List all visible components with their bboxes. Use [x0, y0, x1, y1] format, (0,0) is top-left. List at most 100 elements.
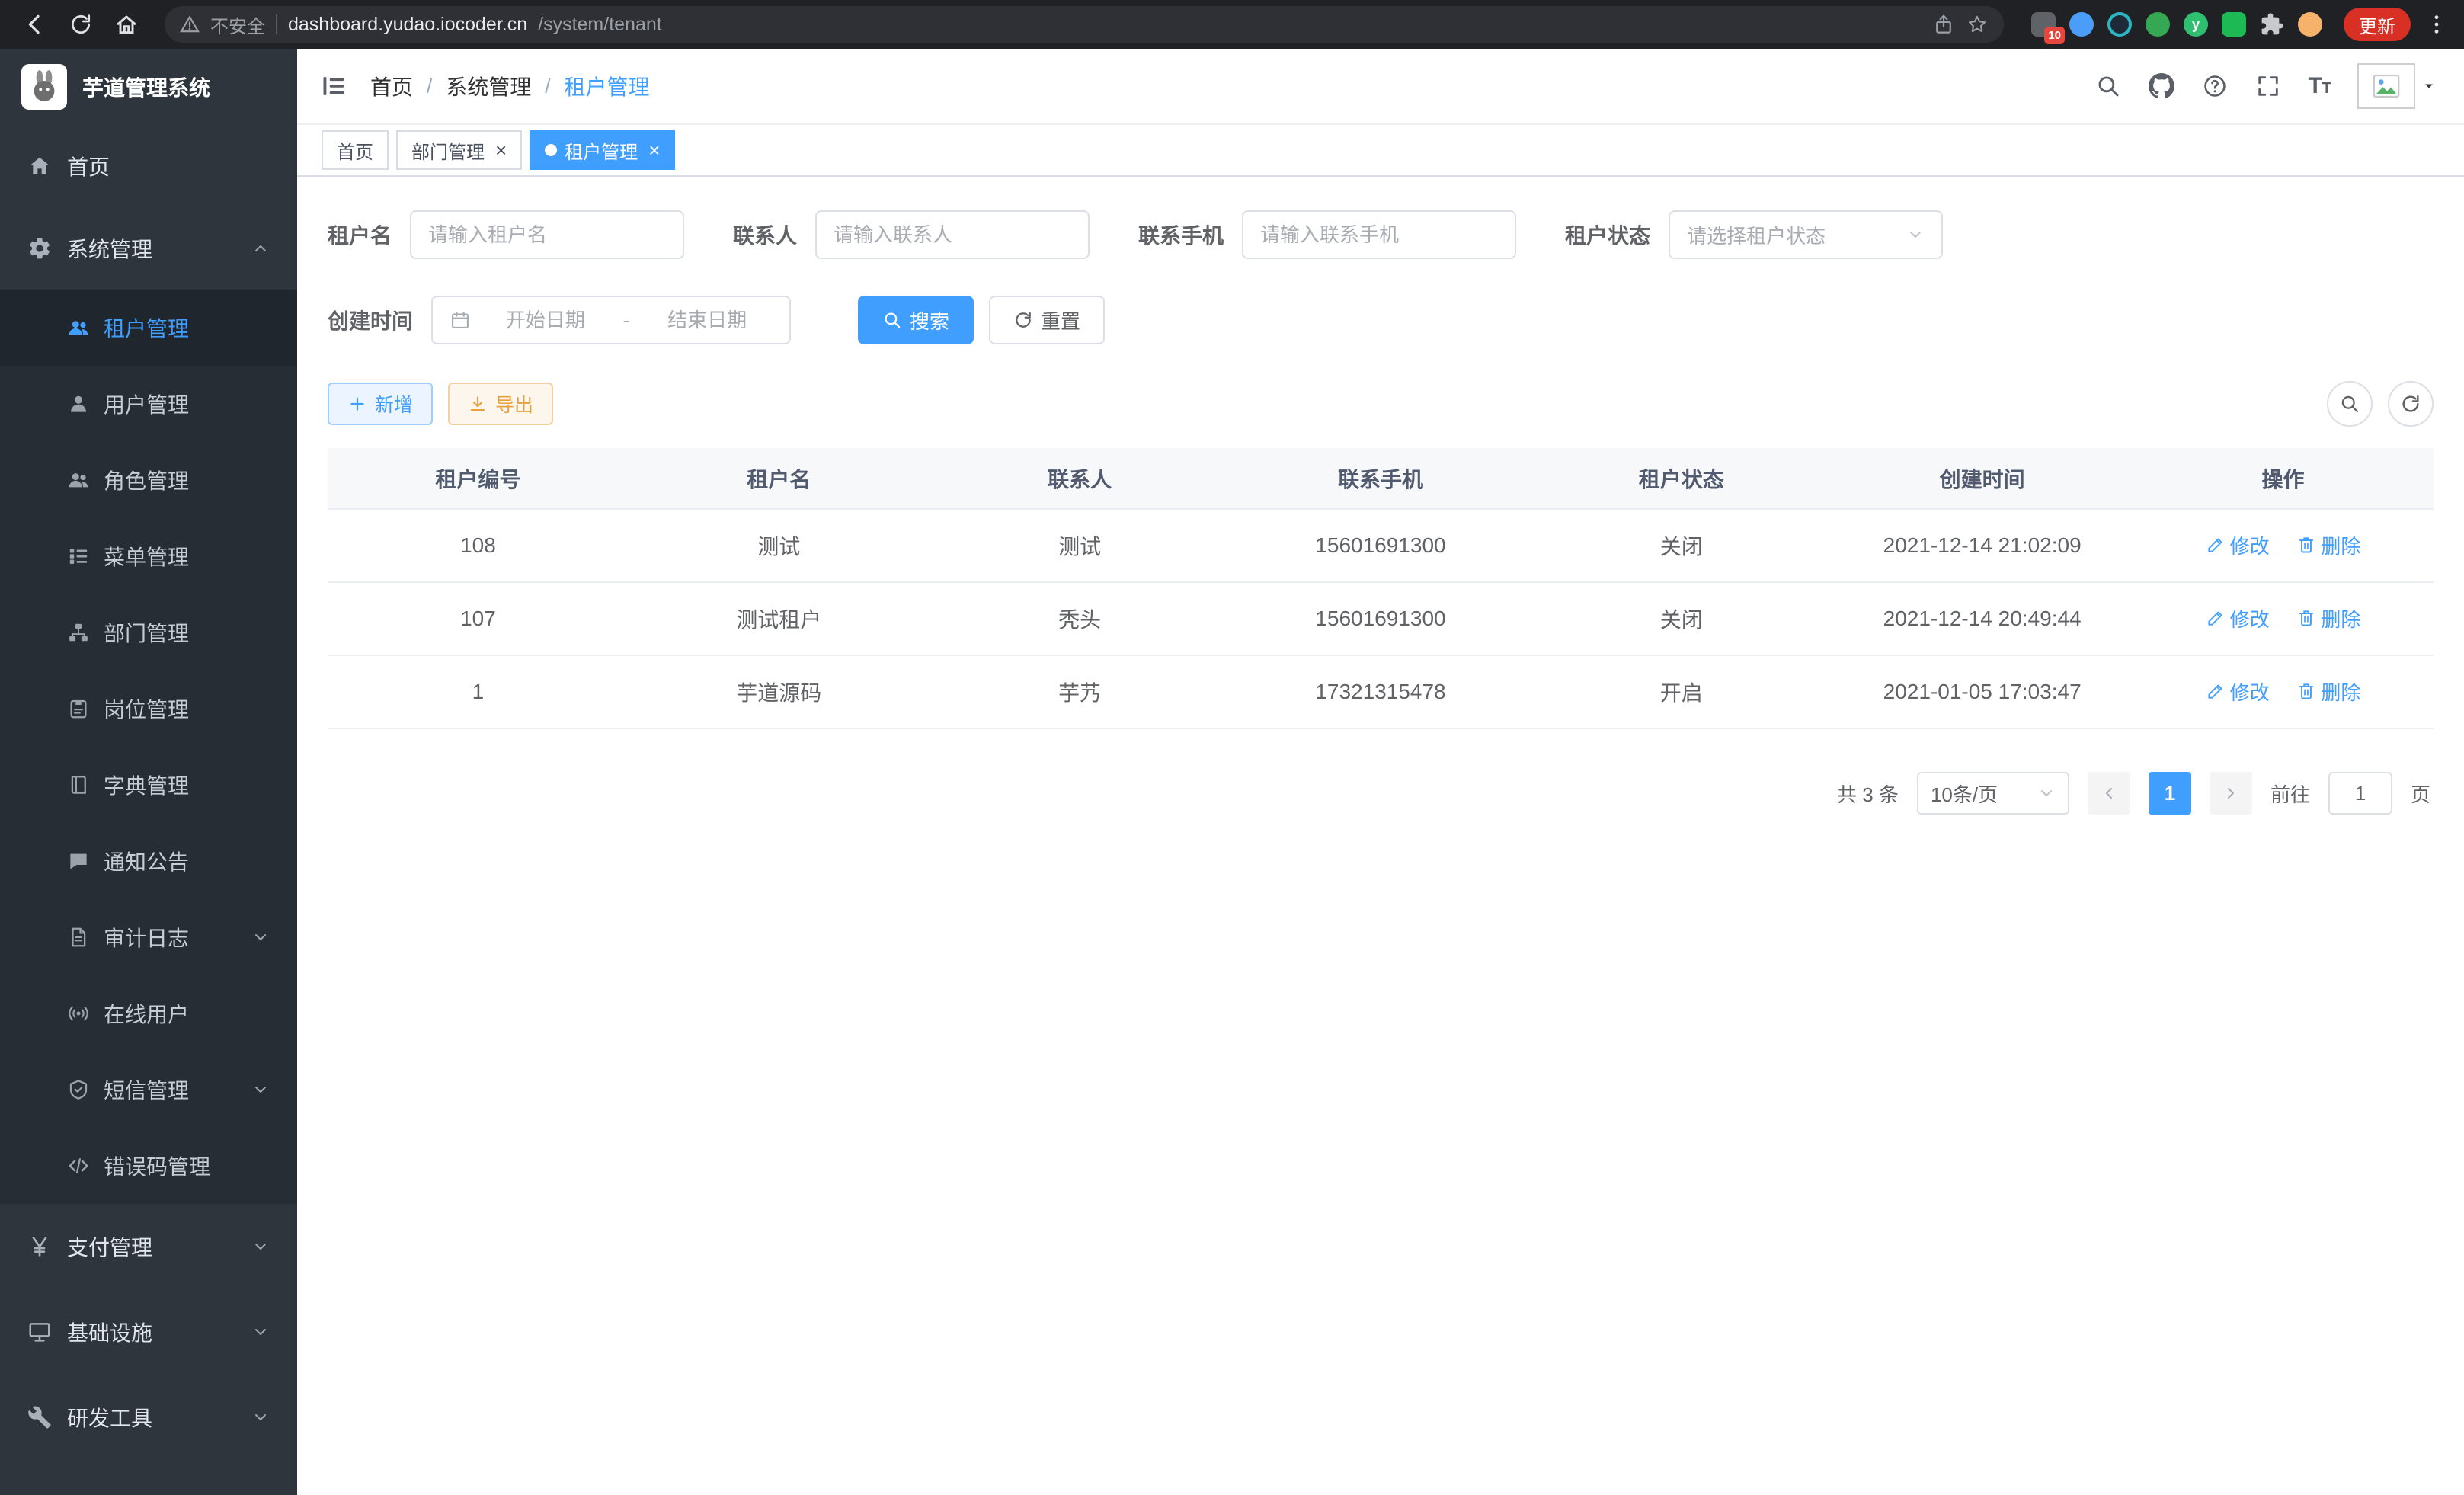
browser-home-button[interactable]: [107, 5, 146, 44]
sidebar-item-tenant[interactable]: 租户管理: [0, 290, 297, 366]
extension-icon-3[interactable]: [2107, 12, 2132, 37]
close-icon[interactable]: ×: [648, 140, 660, 160]
extension-icon-1[interactable]: 10: [2031, 12, 2056, 37]
sidebar-item-sms[interactable]: 短信管理: [0, 1052, 297, 1128]
phone-field[interactable]: [1242, 210, 1516, 259]
sidebar-item-system[interactable]: 系统管理: [0, 207, 297, 290]
sidebar-collapse-button[interactable]: [297, 49, 370, 123]
tenant-name-field[interactable]: [410, 210, 684, 259]
sidebar-item-payment[interactable]: 支付管理: [0, 1204, 297, 1289]
tag-home[interactable]: 首页: [322, 130, 389, 170]
app-title: 芋道管理系统: [82, 72, 210, 102]
avatar[interactable]: [2357, 63, 2415, 109]
code-icon: [67, 1154, 90, 1177]
search-button[interactable]: 搜索: [858, 296, 974, 344]
extension-icon-2[interactable]: [2069, 12, 2094, 37]
chevron-right-icon: [2222, 784, 2240, 802]
prev-page-button[interactable]: [2088, 772, 2130, 815]
add-button-label: 新增: [375, 390, 413, 418]
browser-back-button[interactable]: [15, 5, 55, 44]
refresh-table-button[interactable]: [2388, 381, 2434, 427]
end-date-input[interactable]: [642, 309, 773, 332]
extensions-menu-icon[interactable]: [2260, 12, 2284, 37]
breadcrumb-home[interactable]: 首页: [370, 71, 413, 101]
tag-tenant[interactable]: 租户管理 ×: [530, 130, 675, 170]
browser-menu-icon[interactable]: [2424, 9, 2449, 40]
system-submenu: 租户管理 用户管理 角色管理 菜单管理 部门管理: [0, 290, 297, 1204]
edit-link[interactable]: 修改: [2206, 531, 2270, 559]
sidebar-item-dept[interactable]: 部门管理: [0, 594, 297, 671]
sidebar-item-infrastructure[interactable]: 基础设施: [0, 1289, 297, 1375]
breadcrumb-separator: /: [545, 75, 550, 98]
extension-icon-6[interactable]: [2222, 12, 2246, 37]
start-date-input[interactable]: [480, 309, 611, 332]
status-select[interactable]: 请选择租户状态: [1669, 210, 1943, 259]
address-bar[interactable]: 不安全 dashboard.yudao.iocoder.cn/system/te…: [165, 6, 2004, 43]
cell-phone: 17321315478: [1230, 655, 1531, 728]
date-range-picker[interactable]: -: [431, 296, 791, 344]
page-content: 租户名 联系人 联系手机: [297, 177, 2464, 1495]
extension-icon-4[interactable]: [2146, 12, 2170, 37]
sidebar-item-user[interactable]: 用户管理: [0, 366, 297, 442]
add-button[interactable]: 新增: [328, 383, 433, 425]
sidebar-item-post[interactable]: 岗位管理: [0, 671, 297, 747]
calendar-icon: [450, 309, 471, 331]
cell-contact: 秃头: [930, 582, 1230, 655]
delete-link[interactable]: 删除: [2296, 677, 2360, 706]
list-icon: [67, 545, 90, 568]
date-range-separator: -: [620, 309, 633, 332]
breadcrumb-system[interactable]: 系统管理: [446, 71, 531, 101]
delete-link[interactable]: 删除: [2296, 531, 2360, 559]
close-icon[interactable]: ×: [495, 140, 507, 160]
sidebar-item-home[interactable]: 首页: [0, 125, 297, 207]
next-page-button[interactable]: [2210, 772, 2252, 815]
search-icon[interactable]: [2094, 72, 2122, 100]
sidebar-item-label: 研发工具: [67, 1402, 152, 1433]
browser-update-button[interactable]: 更新: [2344, 8, 2411, 41]
user-menu[interactable]: [2357, 63, 2437, 109]
pagination-total: 共 3 条: [1837, 780, 1899, 808]
contact-input[interactable]: [834, 223, 1071, 247]
contact-field[interactable]: [815, 210, 1090, 259]
tag-dept[interactable]: 部门管理 ×: [396, 130, 522, 170]
goto-page-input[interactable]: [2328, 772, 2392, 815]
delete-link[interactable]: 删除: [2296, 604, 2360, 632]
phone-input[interactable]: [1260, 223, 1498, 247]
toggle-search-button[interactable]: [2327, 381, 2373, 427]
help-icon[interactable]: [2201, 72, 2229, 100]
status-select-placeholder: 请选择租户状态: [1687, 221, 1826, 249]
cell-tenant-name: 测试租户: [629, 582, 930, 655]
cell-phone: 15601691300: [1230, 509, 1531, 582]
browser-reload-button[interactable]: [61, 5, 101, 44]
fullscreen-icon[interactable]: [2254, 72, 2282, 100]
edit-link[interactable]: 修改: [2206, 677, 2270, 706]
extension-icon-5[interactable]: y: [2184, 12, 2208, 37]
status-label: 租户状态: [1565, 219, 1650, 250]
github-icon[interactable]: [2148, 72, 2175, 100]
edit-label: 修改: [2230, 531, 2270, 559]
font-size-icon[interactable]: TT: [2308, 73, 2331, 99]
cell-tenant-id: 107: [328, 582, 629, 655]
edit-link[interactable]: 修改: [2206, 604, 2270, 632]
profile-avatar-icon[interactable]: [2298, 12, 2322, 37]
tag-label: 租户管理: [565, 137, 638, 164]
app-logo-row[interactable]: 芋道管理系统: [0, 49, 297, 125]
sidebar-item-role[interactable]: 角色管理: [0, 442, 297, 518]
sidebar-item-notice[interactable]: 通知公告: [0, 823, 297, 899]
current-page-button[interactable]: 1: [2149, 772, 2191, 815]
search-icon: [2339, 393, 2360, 415]
sidebar-item-online-user[interactable]: 在线用户: [0, 975, 297, 1052]
tenant-name-input[interactable]: [428, 223, 666, 247]
share-icon[interactable]: [1932, 13, 1955, 36]
reset-button[interactable]: 重置: [989, 296, 1105, 344]
page-size-select[interactable]: 10条/页: [1917, 772, 2069, 815]
sidebar-item-audit-log[interactable]: 审计日志: [0, 899, 297, 975]
sidebar-item-dev-tools[interactable]: 研发工具: [0, 1375, 297, 1460]
chevron-down-icon: [2037, 784, 2056, 802]
bookmark-star-icon[interactable]: [1966, 13, 1989, 36]
export-button[interactable]: 导出: [448, 383, 553, 425]
sidebar-item-menu[interactable]: 菜单管理: [0, 518, 297, 594]
sidebar-item-dict[interactable]: 字典管理: [0, 747, 297, 823]
sidebar-item-error-code[interactable]: 错误码管理: [0, 1128, 297, 1204]
security-label[interactable]: 不安全: [210, 11, 265, 38]
